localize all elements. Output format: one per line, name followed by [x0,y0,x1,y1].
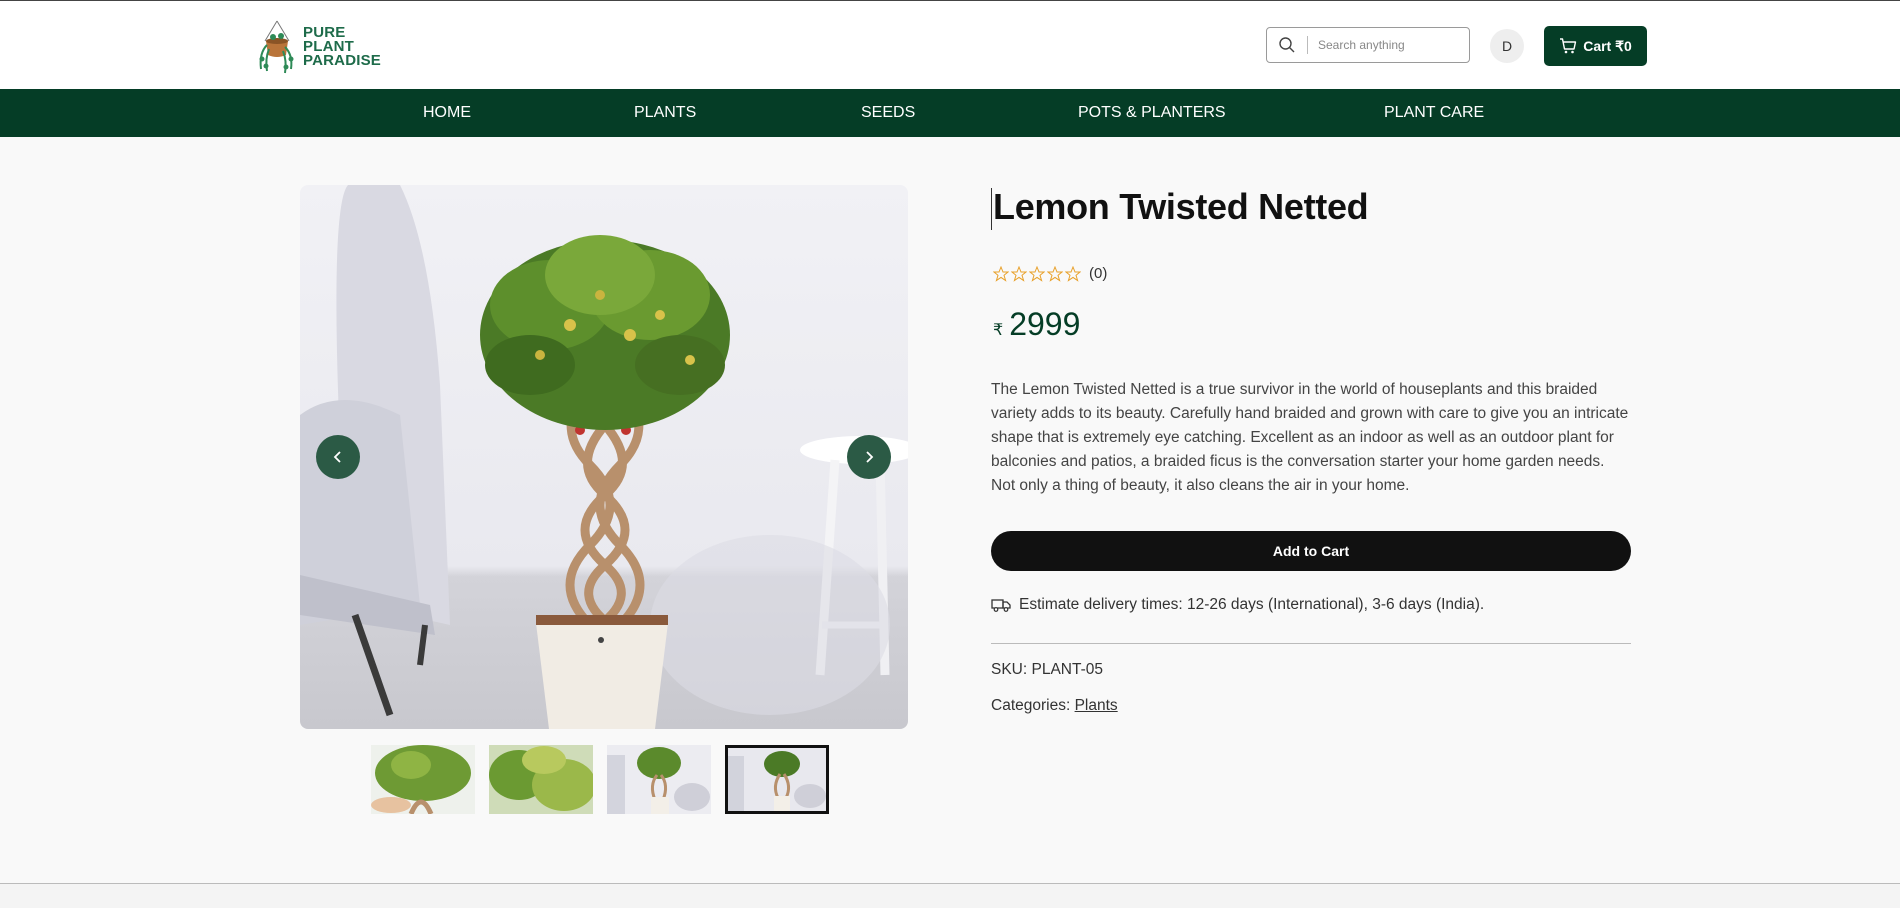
cart-button[interactable]: Cart ₹0 [1544,26,1647,66]
avatar-initial: D [1501,38,1513,54]
footer [0,884,1900,908]
section-divider [991,643,1631,644]
thumbnail-3[interactable] [607,745,711,814]
star-empty-icon [1029,265,1045,282]
currency-symbol: ₹ [993,322,1004,339]
sku-label: SKU: [991,661,1032,678]
chevron-left-icon [333,451,341,463]
review-count: (0) [1089,265,1108,282]
product-categories: Categories: Plants [991,697,1118,715]
thumbnail-2[interactable] [489,745,593,814]
price-amount: 2999 [1009,306,1081,342]
product-price: ₹ 2999 [993,306,1080,343]
delivery-truck-icon [991,599,1011,612]
cart-label: Cart ₹0 [1583,37,1632,54]
search-input[interactable] [1316,29,1460,61]
nav-plant-care[interactable]: PLANT CARE [1384,89,1484,137]
search-icon[interactable] [1267,27,1307,63]
star-empty-icon [1065,265,1081,282]
sku-value: PLANT-05 [1031,661,1103,678]
nav-plants[interactable]: PLANTS [634,89,696,137]
product-main-image [300,185,908,729]
logo-text: PURE PLANT PARADISE [303,25,381,69]
gallery-next-button[interactable] [847,435,891,479]
user-avatar[interactable]: D [1490,29,1524,63]
nav-home[interactable]: HOME [423,89,471,137]
thumbnail-strip [371,745,829,814]
category-link-plants[interactable]: Plants [1075,697,1118,714]
chevron-right-icon [866,451,874,463]
star-empty-icon [1011,265,1027,282]
nav-pots-planters[interactable]: POTS & PLANTERS [1078,89,1226,137]
search-divider [1307,36,1308,54]
categories-label: Categories: [991,697,1075,714]
logo-line: PARADISE [303,52,381,69]
delivery-text: Estimate delivery times: 12-26 days (Int… [1019,596,1485,613]
hanging-plant-logo-icon [259,20,294,74]
text-cursor [991,188,992,230]
product-rating[interactable]: (0) [993,265,1107,282]
search-box[interactable] [1266,27,1470,63]
delivery-estimate: Estimate delivery times: 12-26 days (Int… [991,596,1484,614]
product-title: Lemon Twisted Netted [993,186,1369,227]
add-to-cart-button[interactable]: Add to Cart [991,531,1631,571]
star-empty-icon [1047,265,1063,282]
main-navigation: HOME PLANTS SEEDS POTS & PLANTERS PLANT … [0,89,1900,137]
thumbnail-4[interactable] [725,745,829,814]
product-description: The Lemon Twisted Netted is a true survi… [991,381,1629,494]
product-sku: SKU: PLANT-05 [991,661,1103,679]
gallery-prev-button[interactable] [316,435,360,479]
cart-icon [1560,38,1577,54]
star-empty-icon [993,265,1009,282]
product-image-gallery [300,185,908,729]
nav-seeds[interactable]: SEEDS [861,89,915,137]
site-header: PURE PLANT PARADISE D Cart ₹0 [0,1,1900,89]
thumbnail-1[interactable] [371,745,475,814]
site-logo[interactable]: PURE PLANT PARADISE [255,19,385,75]
